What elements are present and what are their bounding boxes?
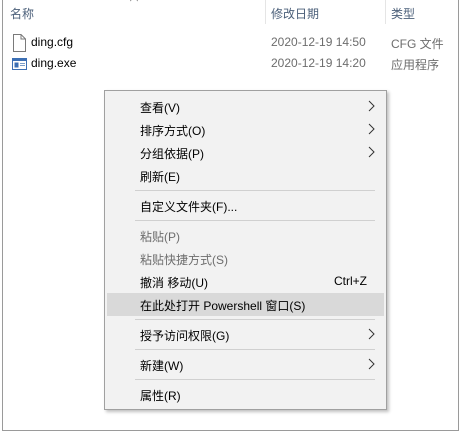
- column-divider[interactable]: [385, 0, 386, 24]
- menu-item-label: 授予访问权限(G): [140, 329, 230, 343]
- menu-item-label: 自定义文件夹(F)...: [140, 200, 238, 214]
- column-header: 名称 修改日期 类型: [3, 0, 458, 24]
- file-name: ding.cfg: [31, 35, 74, 49]
- column-header-type[interactable]: 类型: [391, 5, 415, 22]
- menu-item-customize-folder[interactable]: 自定义文件夹(F)...: [107, 194, 384, 217]
- file-modified-date: 2020-12-19 14:50: [271, 35, 366, 49]
- column-header-date[interactable]: 修改日期: [271, 5, 319, 22]
- sort-ascending-icon: [130, 0, 138, 2]
- menu-separator: [135, 379, 375, 380]
- menu-item-open-powershell[interactable]: 在此处打开 Powershell 窗口(S): [107, 293, 384, 316]
- menu-item-new[interactable]: 新建(W): [107, 353, 384, 376]
- menu-separator: [135, 190, 375, 191]
- file-row[interactable]: ding.cfg 2020-12-19 14:50 CFG 文件: [3, 32, 458, 54]
- menu-item-label: 刷新(E): [140, 170, 180, 184]
- chevron-right-icon: [368, 328, 375, 340]
- chevron-right-icon: [368, 123, 375, 135]
- menu-item-group-by[interactable]: 分组依据(P): [107, 141, 384, 164]
- menu-separator: [135, 220, 375, 221]
- column-header-name[interactable]: 名称: [10, 5, 34, 22]
- file-type: 应用程序: [391, 58, 440, 72]
- menu-item-label: 分组依据(P): [140, 147, 204, 161]
- chevron-right-icon: [368, 358, 375, 370]
- file-type: CFG 文件: [391, 37, 444, 51]
- chevron-right-icon: [368, 146, 375, 158]
- menu-item-paste[interactable]: 粘贴(P): [107, 224, 384, 247]
- menu-item-label: 查看(V): [140, 101, 180, 115]
- menu-item-label: 排序方式(O): [140, 124, 206, 138]
- menu-item-paste-shortcut[interactable]: 粘贴快捷方式(S): [107, 247, 384, 270]
- file-row[interactable]: ding.exe 2020-12-19 14:20 应用程序: [3, 53, 458, 75]
- file-name: ding.exe: [31, 56, 77, 70]
- menu-separator: [135, 349, 375, 350]
- file-modified-date: 2020-12-19 14:20: [271, 56, 366, 70]
- menu-item-undo-move[interactable]: 撤消 移动(U) Ctrl+Z: [107, 270, 384, 293]
- menu-item-label: 粘贴(P): [140, 230, 180, 244]
- menu-item-sort-by[interactable]: 排序方式(O): [107, 118, 384, 141]
- application-icon: [12, 58, 27, 70]
- context-menu: 查看(V) 排序方式(O) 分组依据(P) 刷新(E) 自定义文件夹(F)...…: [104, 90, 387, 410]
- menu-separator: [135, 319, 375, 320]
- menu-item-view[interactable]: 查看(V): [107, 95, 384, 118]
- menu-item-label: 属性(R): [140, 389, 181, 403]
- menu-item-give-access[interactable]: 授予访问权限(G): [107, 323, 384, 346]
- menu-item-properties[interactable]: 属性(R): [107, 383, 384, 406]
- menu-item-label: 在此处打开 Powershell 窗口(S): [140, 299, 306, 313]
- menu-item-label: 新建(W): [140, 359, 184, 373]
- menu-item-refresh[interactable]: 刷新(E): [107, 164, 384, 187]
- chevron-right-icon: [368, 100, 375, 112]
- document-icon: [13, 34, 26, 52]
- menu-item-shortcut: Ctrl+Z: [334, 274, 367, 288]
- menu-item-label: 撤消 移动(U): [140, 276, 208, 290]
- column-divider[interactable]: [265, 0, 266, 24]
- menu-item-label: 粘贴快捷方式(S): [140, 253, 228, 267]
